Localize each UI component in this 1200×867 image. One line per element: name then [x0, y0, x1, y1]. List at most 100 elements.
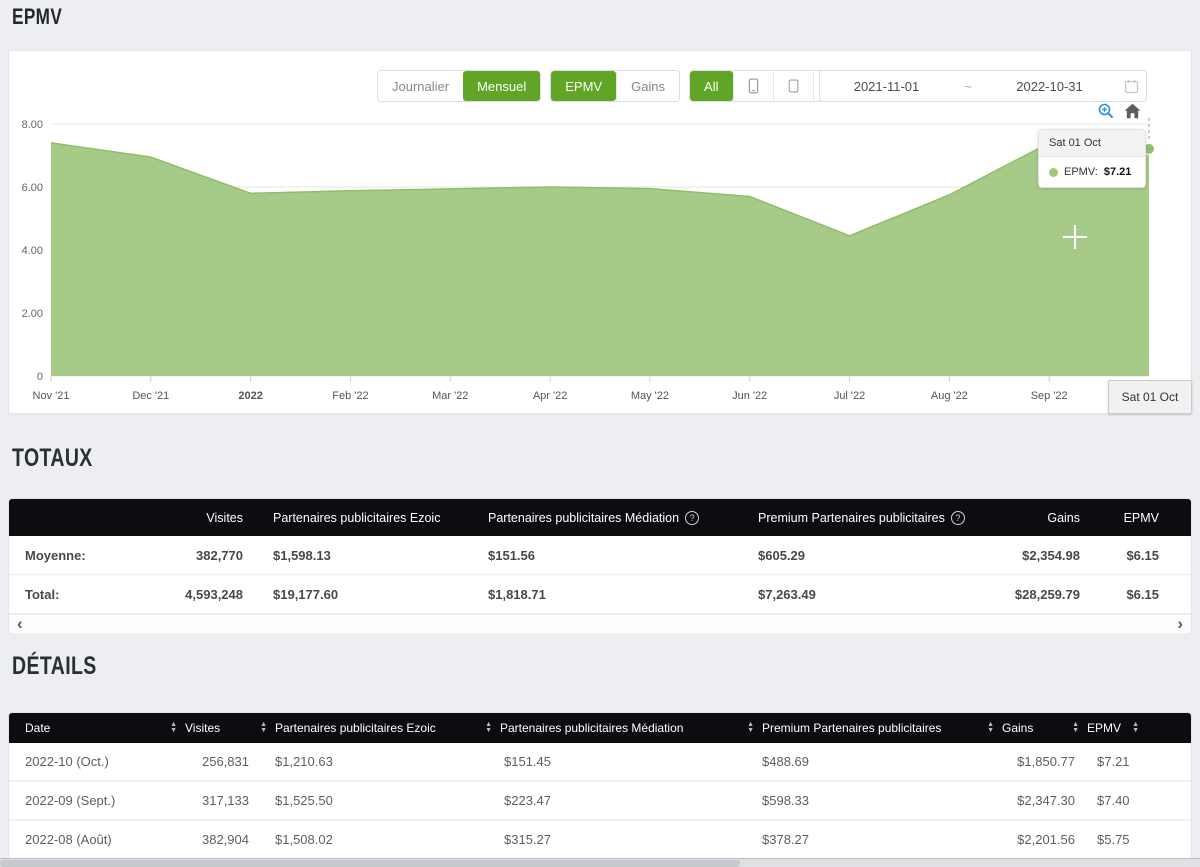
- horizontal-scrollbar[interactable]: [0, 858, 1200, 867]
- cell-epmv: $6.15: [1094, 587, 1161, 602]
- sort-icon[interactable]: ▲▼: [485, 722, 492, 734]
- metric-toggle-group: EPMV Gains: [550, 70, 680, 102]
- date-to[interactable]: 2022-10-31: [983, 79, 1116, 94]
- tooltip-header: Sat 01 Oct: [1039, 130, 1145, 157]
- row-label: Moyenne:: [25, 548, 175, 563]
- svg-text:Jun '22: Jun '22: [732, 390, 767, 402]
- cell-mediation: $151.45: [500, 754, 762, 769]
- cell-premium: $378.27: [762, 832, 1002, 847]
- sort-icon[interactable]: ▲▼: [987, 722, 994, 734]
- sort-icon[interactable]: ▲▼: [747, 722, 754, 734]
- details-col-gains-label: Gains: [1002, 721, 1033, 735]
- period-monthly-button[interactable]: Mensuel: [463, 71, 540, 101]
- cell-mediation: $223.47: [500, 793, 762, 808]
- page-title: EPMV: [12, 4, 62, 30]
- sort-icon[interactable]: ▲▼: [1072, 722, 1079, 734]
- cell-date: 2022-08 (Août): [25, 832, 185, 847]
- sort-icon[interactable]: ▲▼: [260, 722, 267, 734]
- totals-col-mediation: Partenaires publicitaires Médiation ?: [464, 511, 734, 525]
- details-col-date-label: Date: [25, 721, 50, 735]
- details-col-visites[interactable]: Visites ▲▼: [185, 721, 275, 735]
- device-tablet-button[interactable]: [773, 71, 813, 101]
- svg-text:Apr '22: Apr '22: [533, 390, 568, 402]
- scroll-right-button[interactable]: ›: [1177, 617, 1183, 631]
- epmv-chart-card: Journalier Mensuel EPMV Gains All: [8, 50, 1192, 414]
- totals-col-mediation-label: Partenaires publicitaires Médiation: [488, 511, 679, 525]
- scroll-left-button[interactable]: ‹: [17, 617, 23, 631]
- details-col-epmv[interactable]: EPMV ▲▼: [1087, 721, 1147, 735]
- mobile-icon: [748, 77, 759, 95]
- svg-text:4.00: 4.00: [22, 245, 43, 257]
- svg-text:0: 0: [37, 371, 43, 383]
- cell-ezoic: $1,525.50: [275, 793, 500, 808]
- tooltip-series-dot-icon: [1049, 168, 1058, 177]
- svg-text:Aug '22: Aug '22: [931, 390, 968, 402]
- details-col-ezoic-label: Partenaires publicitaires Ezoic: [275, 721, 436, 735]
- details-col-ezoic[interactable]: Partenaires publicitaires Ezoic ▲▼: [275, 721, 500, 735]
- svg-text:6.00: 6.00: [22, 182, 43, 194]
- period-daily-button[interactable]: Journalier: [378, 71, 463, 101]
- svg-text:May '22: May '22: [631, 390, 669, 402]
- tablet-icon: [788, 77, 799, 95]
- help-icon[interactable]: ?: [951, 511, 965, 525]
- cell-date: 2022-10 (Oct.): [25, 754, 185, 769]
- sort-icon[interactable]: ▲▼: [1132, 722, 1139, 734]
- cell-epmv: $7.40: [1087, 793, 1147, 808]
- details-col-mediation[interactable]: Partenaires publicitaires Médiation ▲▼: [500, 721, 762, 735]
- totals-col-premium-label: Premium Partenaires publicitaires: [758, 511, 945, 525]
- sort-icon[interactable]: ▲▼: [170, 722, 177, 734]
- details-row: 2022-10 (Oct.) 256,831 $1,210.63 $151.45…: [9, 743, 1191, 782]
- details-header-row: Date ▲▼ Visites ▲▼ Partenaires publicita…: [9, 713, 1191, 743]
- metric-epmv-button[interactable]: EPMV: [551, 71, 616, 101]
- device-all-button[interactable]: All: [690, 71, 732, 101]
- svg-text:Feb '22: Feb '22: [332, 390, 368, 402]
- svg-text:Dec '21: Dec '21: [132, 390, 169, 402]
- details-table: Date ▲▼ Visites ▲▼ Partenaires publicita…: [8, 712, 1192, 866]
- details-col-date[interactable]: Date ▲▼: [25, 721, 185, 735]
- help-icon[interactable]: ?: [685, 511, 699, 525]
- cell-ezoic: $1,598.13: [249, 548, 464, 563]
- cell-date: 2022-09 (Sept.): [25, 793, 185, 808]
- device-mobile-button[interactable]: [733, 71, 773, 101]
- cell-mediation: $315.27: [500, 832, 762, 847]
- svg-text:8.00: 8.00: [22, 119, 43, 131]
- details-col-gains[interactable]: Gains ▲▼: [1002, 721, 1087, 735]
- svg-text:Mar '22: Mar '22: [432, 390, 468, 402]
- details-col-visites-label: Visites: [185, 721, 220, 735]
- totals-col-gains: Gains: [984, 511, 1094, 525]
- svg-text:Sep '22: Sep '22: [1031, 390, 1068, 402]
- totals-row-average: Moyenne: 382,770 $1,598.13 $151.56 $605.…: [9, 536, 1191, 575]
- details-col-epmv-label: EPMV: [1087, 721, 1121, 735]
- date-separator: ~: [953, 79, 983, 94]
- cell-visites: 256,831: [185, 754, 275, 769]
- cell-premium: $598.33: [762, 793, 1002, 808]
- cell-premium: $7,263.49: [734, 587, 984, 602]
- cell-gains: $2,347.30: [1002, 793, 1087, 808]
- details-row: 2022-09 (Sept.) 317,133 $1,525.50 $223.4…: [9, 782, 1191, 821]
- details-col-mediation-label: Partenaires publicitaires Médiation: [500, 721, 683, 735]
- date-from[interactable]: 2021-11-01: [820, 79, 953, 94]
- cell-gains: $2,354.98: [984, 548, 1094, 563]
- totals-col-ezoic: Partenaires publicitaires Ezoic: [249, 511, 464, 525]
- epmv-area-chart[interactable]: 8.006.004.002.000Nov '21Dec '212022Feb '…: [9, 116, 1193, 408]
- cell-visites: 382,770: [175, 548, 249, 563]
- svg-text:Jul '22: Jul '22: [834, 390, 865, 402]
- totals-heading: TOTAUX: [12, 444, 93, 473]
- metric-gains-button[interactable]: Gains: [616, 71, 679, 101]
- details-row: 2022-08 (Août) 382,904 $1,508.02 $315.27…: [9, 821, 1191, 860]
- calendar-icon: [1116, 79, 1146, 94]
- cell-premium: $605.29: [734, 548, 984, 563]
- cell-gains: $28,259.79: [984, 587, 1094, 602]
- cell-epmv: $7.21: [1087, 754, 1147, 769]
- details-col-premium[interactable]: Premium Partenaires publicitaires ▲▼: [762, 721, 1002, 735]
- cell-visites: 4,593,248: [175, 587, 249, 602]
- totals-scroll-row: ‹ ›: [9, 614, 1191, 633]
- totals-col-premium: Premium Partenaires publicitaires ?: [734, 511, 984, 525]
- period-toggle-group: Journalier Mensuel: [377, 70, 541, 102]
- scrollbar-thumb[interactable]: [0, 860, 740, 867]
- date-range-picker[interactable]: 2021-11-01 ~ 2022-10-31: [819, 70, 1147, 102]
- cell-ezoic: $1,508.02: [275, 832, 500, 847]
- details-heading: DÉTAILS: [12, 652, 97, 681]
- cell-premium: $488.69: [762, 754, 1002, 769]
- totals-row-total: Total: 4,593,248 $19,177.60 $1,818.71 $7…: [9, 575, 1191, 614]
